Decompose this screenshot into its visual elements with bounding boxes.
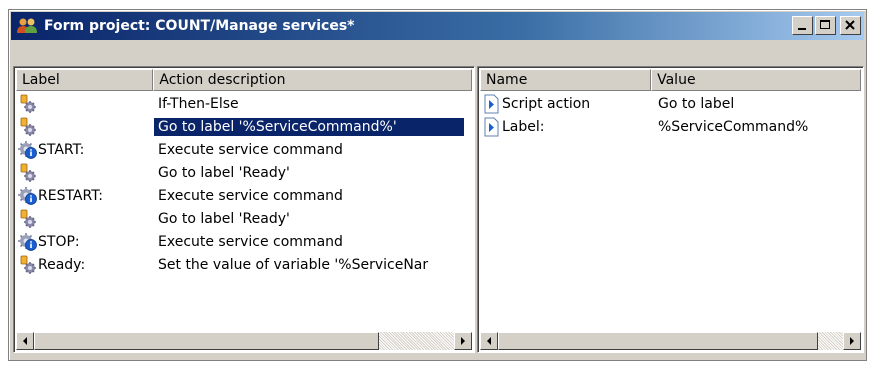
property-value: %ServiceCommand% (658, 118, 809, 135)
maximize-icon (820, 20, 830, 29)
scrollbar-thumb[interactable] (498, 332, 818, 350)
label-cell: START: (16, 140, 154, 160)
scroll-left-button[interactable] (480, 332, 498, 350)
property-arrow-icon (482, 117, 502, 137)
scroll-right-button[interactable] (843, 332, 861, 350)
action-description: If-Then-Else (158, 95, 239, 112)
row-label: STOP: (38, 233, 80, 250)
left-horizontal-scrollbar[interactable] (16, 332, 472, 350)
action-description: Go to label 'Ready' (158, 164, 290, 181)
arrow-left-icon (23, 337, 27, 345)
action-row[interactable]: If-Then-Else (16, 92, 472, 115)
action-description-cell: Execute service command (154, 142, 472, 158)
property-arrow-icon (482, 94, 502, 114)
label-cell: Ready: (16, 255, 154, 275)
minimize-button[interactable] (792, 16, 813, 35)
column-header-value[interactable]: Value (651, 69, 861, 91)
label-cell: STOP: (16, 232, 154, 252)
action-row[interactable]: Go to label 'Ready' (16, 161, 472, 184)
minimize-icon (798, 28, 806, 30)
action-description: Execute service command (158, 141, 343, 158)
close-button[interactable] (840, 16, 861, 35)
action-description-cell: Set the value of variable '%ServiceNar (154, 257, 472, 273)
label-cell (16, 94, 154, 114)
label-cell (16, 209, 154, 229)
action-description-cell: Go to label '%ServiceCommand%' (154, 117, 472, 136)
action-description: Set the value of variable '%ServiceNar (158, 256, 429, 273)
maximize-button[interactable] (815, 16, 836, 35)
action-gear-icon (18, 94, 38, 114)
right-horizontal-scrollbar[interactable] (480, 332, 861, 350)
action-description: Go to label 'Ready' (158, 210, 290, 227)
property-row[interactable]: Label: %ServiceCommand% (480, 115, 861, 138)
title-bar[interactable]: Form project: COUNT/Manage services* (11, 12, 864, 40)
row-label: RESTART: (38, 187, 103, 204)
action-row[interactable]: Go to label 'Ready' (16, 207, 472, 230)
properties-list[interactable]: Name Value Script action Go to label Label… (477, 66, 864, 353)
arrow-right-icon (461, 337, 465, 345)
action-row[interactable]: RESTART: Execute service command (16, 184, 472, 207)
close-icon (845, 20, 855, 30)
action-description: Execute service command (158, 233, 343, 250)
scrollbar-thumb[interactable] (34, 332, 379, 350)
label-cell (16, 117, 154, 137)
users-icon (16, 16, 40, 36)
script-actions-list[interactable]: Label Action description If-Then-Else Go … (13, 66, 475, 353)
action-row[interactable]: Go to label '%ServiceCommand%' (16, 115, 472, 138)
action-gear-icon (18, 255, 38, 275)
action-description: Go to label '%ServiceCommand%' (154, 117, 464, 136)
action-row[interactable]: Ready: Set the value of variable '%Servic… (16, 253, 472, 276)
action-gear-icon (18, 163, 38, 183)
service-gear-info-icon (18, 232, 38, 252)
property-name-cell: Label: (480, 117, 652, 137)
scroll-right-button[interactable] (454, 332, 472, 350)
form-project-window: Form project: COUNT/Manage services* Lab… (8, 9, 867, 361)
row-label: START: (38, 141, 85, 158)
arrow-right-icon (850, 337, 854, 345)
column-header-label[interactable]: Label (16, 69, 154, 91)
action-row[interactable]: START: Execute service command (16, 138, 472, 161)
scroll-left-button[interactable] (16, 332, 34, 350)
service-gear-info-icon (18, 186, 38, 206)
arrow-left-icon (487, 337, 491, 345)
property-name: Label: (502, 118, 545, 135)
column-header-name[interactable]: Name (480, 69, 652, 91)
property-name-cell: Script action (480, 94, 652, 114)
action-description-cell: Go to label 'Ready' (154, 211, 472, 227)
label-cell: RESTART: (16, 186, 154, 206)
action-description-cell: Execute service command (154, 234, 472, 250)
action-row[interactable]: STOP: Execute service command (16, 230, 472, 253)
action-description-cell: If-Then-Else (154, 96, 472, 112)
action-description-cell: Execute service command (154, 188, 472, 204)
action-description: Execute service command (158, 187, 343, 204)
action-gear-icon (18, 209, 38, 229)
action-description-cell: Go to label 'Ready' (154, 165, 472, 181)
service-gear-info-icon (18, 140, 38, 160)
property-row[interactable]: Script action Go to label (480, 92, 861, 115)
column-header-action-description[interactable]: Action description (153, 69, 472, 91)
action-gear-icon (18, 117, 38, 137)
row-label: Ready: (38, 256, 86, 273)
window-title: Form project: COUNT/Manage services* (44, 18, 355, 34)
property-value: Go to label (658, 95, 735, 112)
label-cell (16, 163, 154, 183)
property-name: Script action (502, 95, 591, 112)
